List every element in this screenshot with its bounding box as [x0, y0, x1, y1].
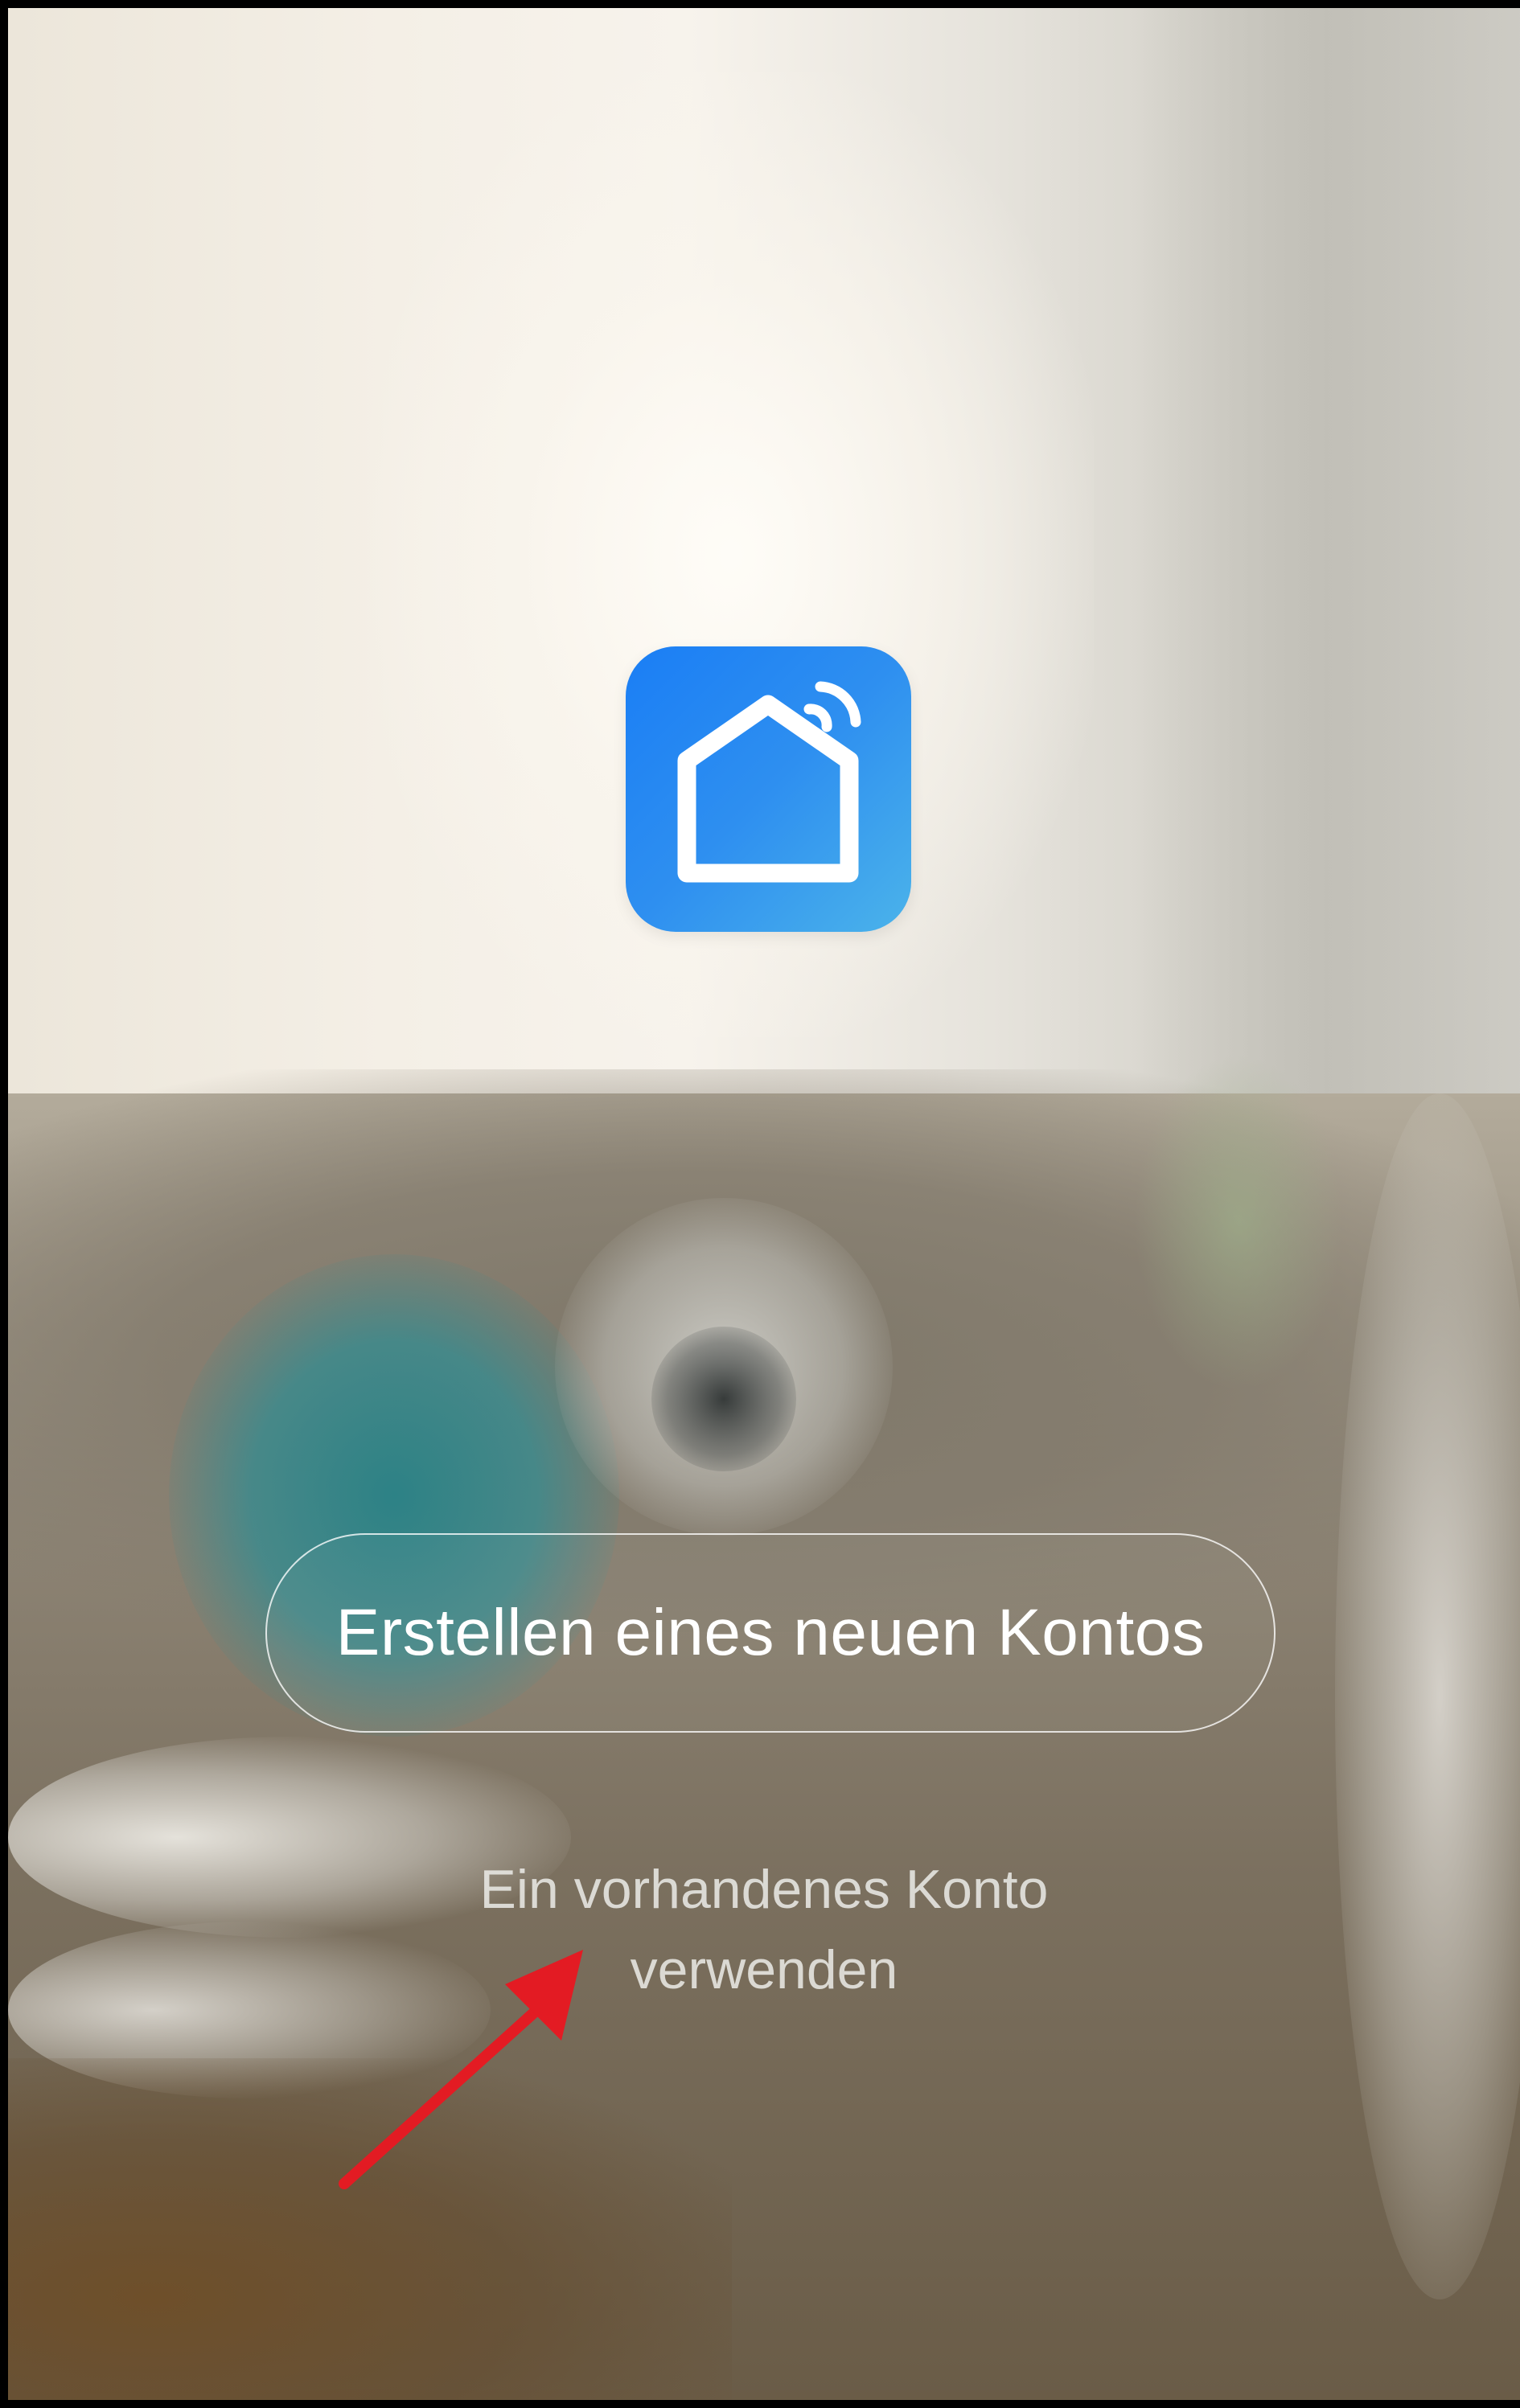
- create-account-label: Erstellen eines neuen Kontos: [335, 1596, 1206, 1669]
- use-existing-account-link[interactable]: Ein vorhandenes Konto verwenden: [386, 1849, 1142, 2010]
- welcome-screen: Erstellen eines neuen Kontos Ein vorhand…: [8, 8, 1520, 2400]
- smart-home-wifi-icon: [677, 681, 861, 883]
- create-account-button[interactable]: Erstellen eines neuen Kontos: [265, 1533, 1276, 1733]
- existing-account-line2: verwenden: [630, 1939, 898, 2000]
- existing-account-line1: Ein vorhandenes Konto: [479, 1859, 1049, 1920]
- app-logo: [626, 646, 911, 932]
- blurred-background-photo: [8, 8, 1520, 2400]
